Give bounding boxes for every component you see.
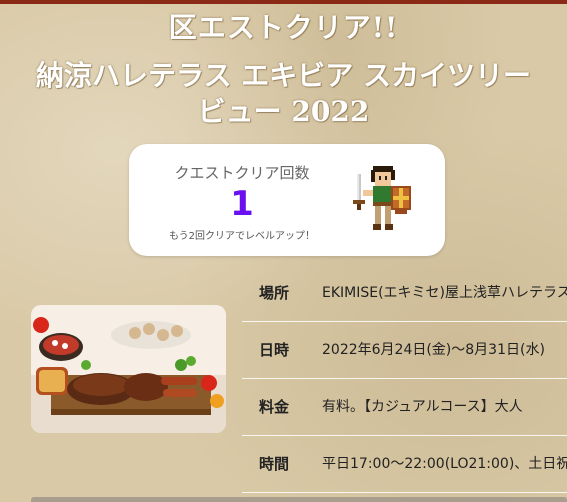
- detail-value: 平日17:00〜22:00(LO21:00)、土日祝: [322, 456, 567, 472]
- quest-status-heading: 区エストクリア!!: [168, 11, 399, 44]
- food-photo: [31, 305, 226, 433]
- detail-label: 場所: [258, 284, 289, 302]
- quest-clear-count: 1: [230, 184, 254, 224]
- food-platter-image: [31, 305, 226, 433]
- bottom-panel-edge: [31, 497, 567, 502]
- page-title: 納涼ハレテラス エキビア スカイツリービュー 2022: [36, 59, 531, 128]
- detail-value: 2022年6月24日(金)〜8月31日(水): [322, 342, 545, 358]
- level-up-note: もう2回クリアでレベルアップ！: [168, 231, 316, 242]
- detail-value: 有料。【カジュアルコース】大人: [322, 399, 523, 415]
- detail-row-price: 料金 有料。【カジュアルコース】大人: [242, 379, 567, 436]
- quest-clear-card: クエストクリア回数 1 もう2回クリアでレベルアップ！: [129, 144, 445, 256]
- event-details-table: 場所 EKIMISE(エキミセ)屋上浅草ハレテラス 日時 2022年6月24日(…: [242, 265, 567, 493]
- detail-value: EKIMISE(エキミセ)屋上浅草ハレテラス: [322, 285, 567, 301]
- detail-row-date: 日時 2022年6月24日(金)〜8月31日(水): [242, 322, 567, 379]
- detail-row-hours: 時間 平日17:00〜22:00(LO21:00)、土日祝: [242, 436, 567, 493]
- top-accent-bar: [0, 0, 567, 4]
- detail-row-location: 場所 EKIMISE(エキミセ)屋上浅草ハレテラス: [242, 265, 567, 322]
- detail-label: 時間: [258, 455, 289, 473]
- quest-clear-label: クエストクリア回数: [174, 164, 310, 182]
- detail-label: 料金: [258, 398, 289, 416]
- detail-label: 日時: [258, 341, 289, 359]
- hero-knight-icon: [353, 166, 411, 230]
